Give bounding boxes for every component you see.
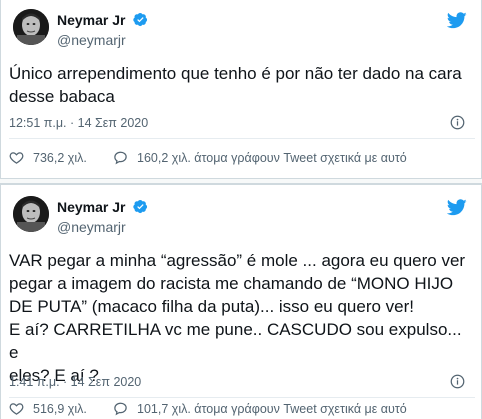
speech-bubble-icon: [114, 402, 127, 416]
display-name[interactable]: Neymar Jr: [57, 12, 126, 28]
like-button[interactable]: 736,2 χιλ.: [9, 150, 87, 165]
tweet-text-line: VAR pegar a minha “agressão” é mole ... …: [9, 251, 466, 270]
tweet-card-1[interactable]: Neymar Jr @neymarjr Único arrependimento…: [0, 0, 482, 178]
verified-badge-icon: [133, 13, 148, 27]
tweet-text-line: pegar a imagem do racista me chamando de…: [9, 274, 454, 293]
tweet-text-line: E aí? CARRETILHA vc me pune.. CASCUDO so…: [9, 320, 462, 362]
handle[interactable]: @neymarjr: [57, 32, 148, 48]
author-block[interactable]: Neymar Jr @neymarjr: [57, 198, 148, 235]
display-name[interactable]: Neymar Jr: [57, 199, 126, 215]
tweet-text-line: DE PUTA” (macaco filha da puta)... isso …: [9, 297, 415, 316]
reply-button[interactable]: 160,2 χιλ. άτομα γράφουν Tweet σχετικά μ…: [113, 150, 407, 165]
tweet-card-2[interactable]: Neymar Jr @neymarjr VAR pegar a minha “a…: [0, 184, 482, 419]
reply-button[interactable]: 101,7 χιλ. άτομα γράφουν Tweet σχετικά μ…: [113, 401, 407, 416]
heart-icon: [9, 403, 24, 415]
reply-count-text: 101,7 χιλ. άτομα γράφουν Tweet σχετικά μ…: [137, 401, 407, 416]
tweet-text: Único arrependimento que tenho é por não…: [9, 62, 475, 108]
info-icon[interactable]: [450, 374, 465, 389]
info-icon[interactable]: [450, 115, 465, 130]
tweet-text-line: Único arrependimento que tenho é por não…: [9, 64, 462, 83]
timestamp[interactable]: 12:51 π.μ. · 14 Σεπ 2020: [9, 116, 148, 130]
verified-badge-icon: [133, 200, 148, 214]
twitter-bird-icon[interactable]: [447, 12, 467, 29]
divider: [9, 138, 475, 139]
avatar[interactable]: [13, 196, 49, 232]
divider: [9, 397, 475, 398]
speech-bubble-icon: [114, 151, 127, 165]
timestamp[interactable]: 1:41 π.μ. · 14 Σεπ 2020: [9, 375, 141, 389]
tweet-text: VAR pegar a minha “agressão” é mole ... …: [9, 249, 475, 387]
heart-icon: [9, 152, 24, 164]
like-count: 516,9 χιλ.: [33, 401, 87, 416]
like-count: 736,2 χιλ.: [33, 150, 87, 165]
author-block[interactable]: Neymar Jr @neymarjr: [57, 11, 148, 48]
handle[interactable]: @neymarjr: [57, 219, 148, 235]
like-button[interactable]: 516,9 χιλ.: [9, 401, 87, 416]
tweet-text-line: desse babaca: [9, 87, 115, 106]
reply-count-text: 160,2 χιλ. άτομα γράφουν Tweet σχετικά μ…: [137, 150, 407, 165]
twitter-bird-icon[interactable]: [447, 199, 467, 216]
avatar[interactable]: [13, 9, 49, 45]
